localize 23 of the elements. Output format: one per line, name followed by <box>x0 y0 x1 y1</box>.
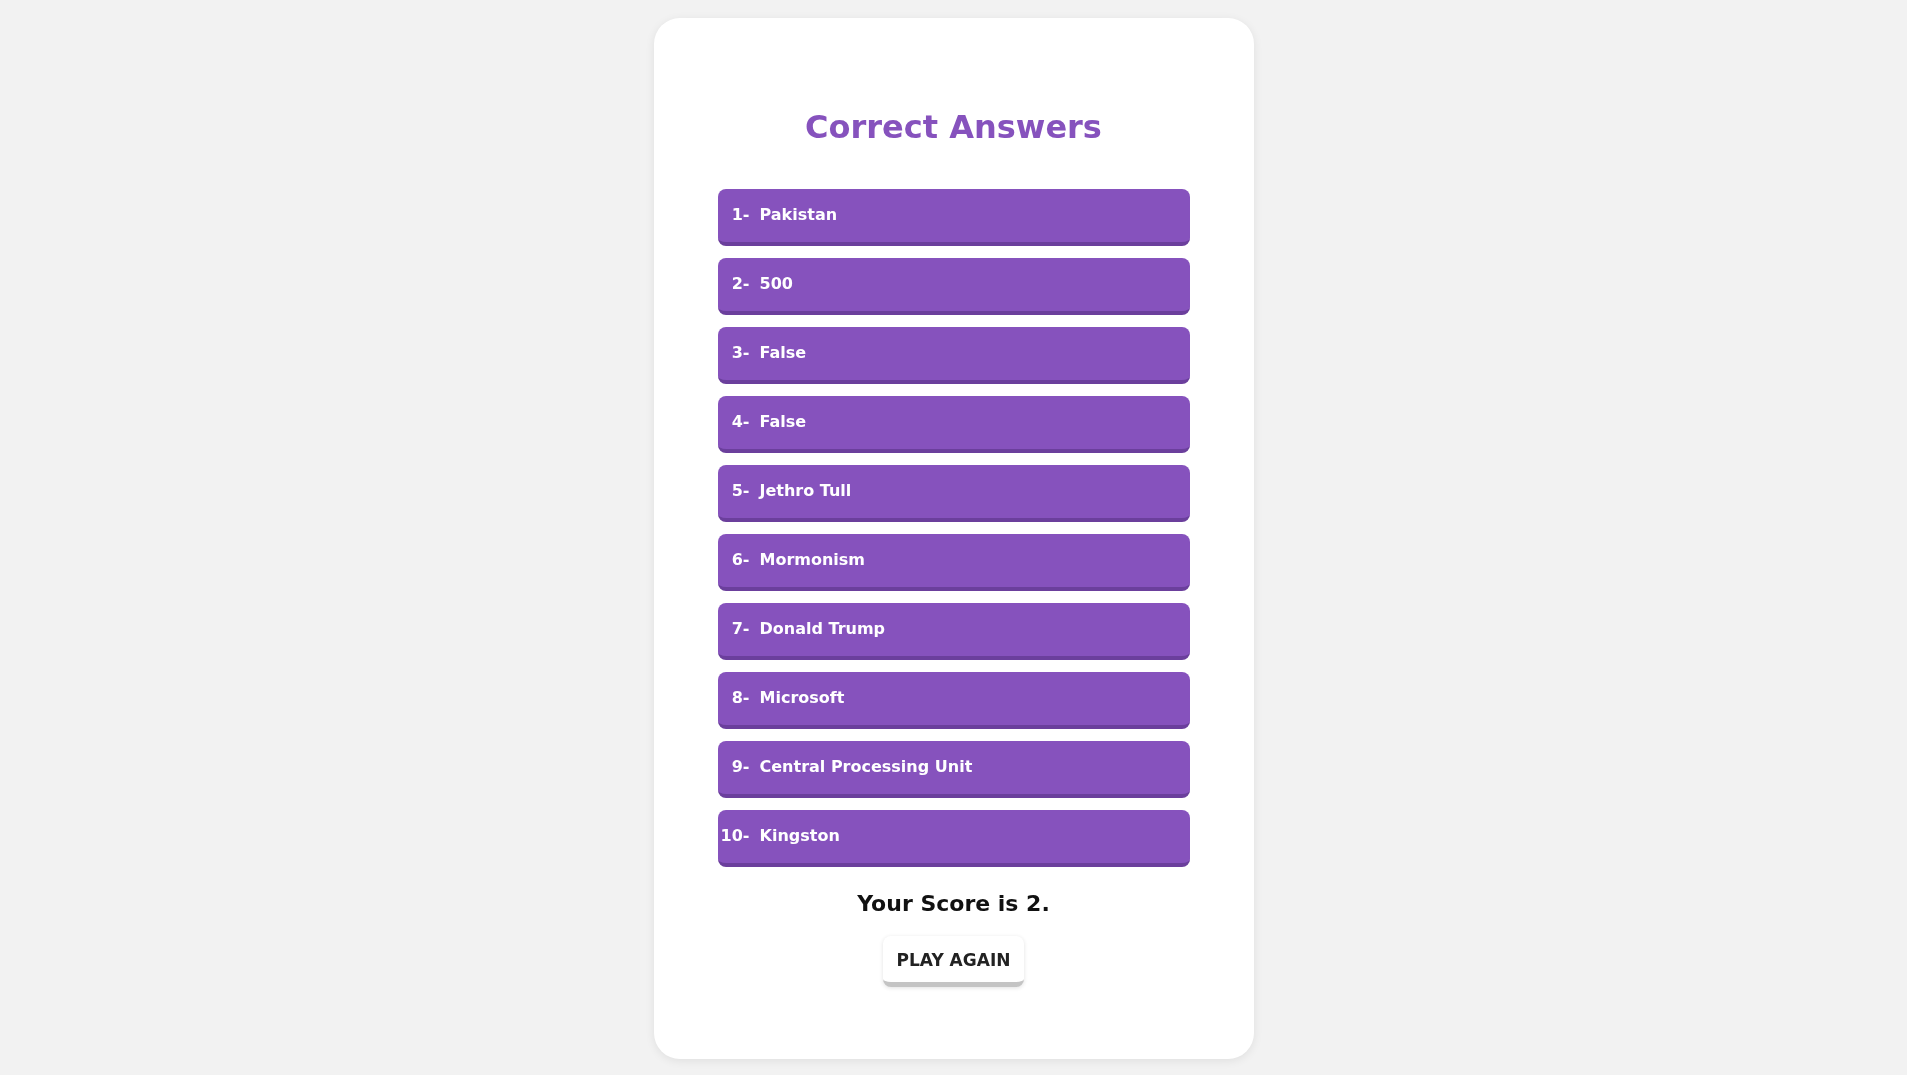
answer-text: Donald Trump <box>759 617 886 640</box>
answer-number: 8- <box>730 686 751 709</box>
answer-text: False <box>759 341 807 364</box>
answer-number: 3- <box>730 341 751 364</box>
answer-number: 5- <box>730 479 751 502</box>
answer-text: 500 <box>759 272 793 295</box>
answer-number: 4- <box>730 410 751 433</box>
answer-number: 6- <box>730 548 751 571</box>
score-text: Your Score is 2. <box>856 890 1051 919</box>
answer-number: 1- <box>730 203 751 226</box>
answer-number: 2- <box>730 272 751 295</box>
answer-text: Microsoft <box>759 686 845 709</box>
answer-text: Pakistan <box>759 203 838 226</box>
answer-text: Central Processing Unit <box>759 755 973 778</box>
play-again-button[interactable]: PLAY AGAIN <box>882 936 1025 987</box>
answer-number: 9- <box>730 755 751 778</box>
answer-number: 7- <box>730 617 751 640</box>
answer-text: Jethro Tull <box>759 479 852 502</box>
answer-number: 10- <box>719 824 751 847</box>
answer-text: Mormonism <box>759 548 866 571</box>
title: Correct Answers <box>804 108 1103 147</box>
answer-text: Kingston <box>759 824 840 847</box>
answer-text: False <box>759 410 807 433</box>
